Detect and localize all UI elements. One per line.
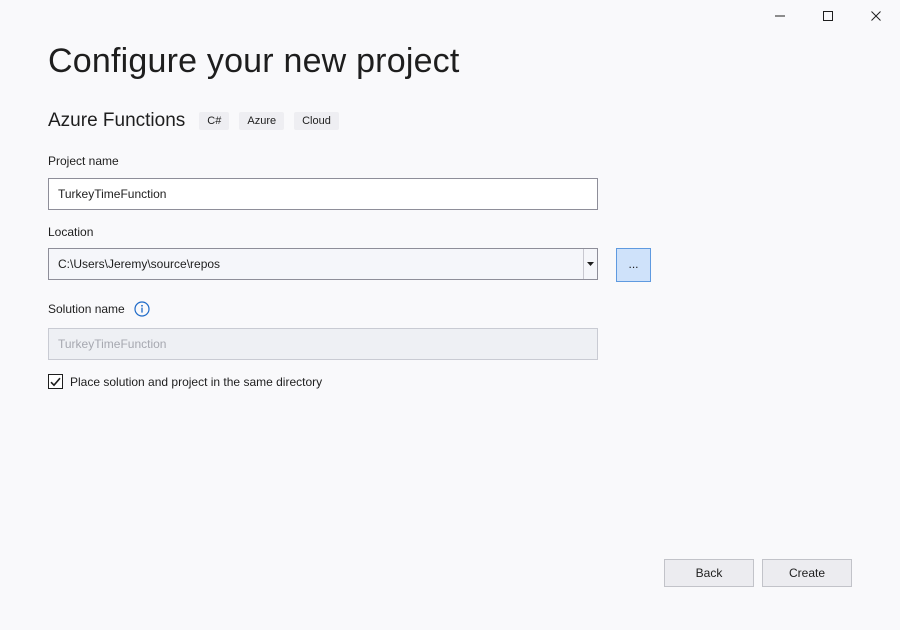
close-icon — [871, 11, 881, 21]
create-button[interactable]: Create — [762, 559, 852, 587]
location-value: C:\Users\Jeremy\source\repos — [58, 257, 221, 271]
back-button[interactable]: Back — [664, 559, 754, 587]
location-label: Location — [48, 225, 94, 239]
location-dropdown-button[interactable] — [583, 249, 597, 279]
maximize-button[interactable] — [804, 0, 852, 32]
window-controls — [756, 0, 900, 32]
maximize-icon — [823, 11, 833, 21]
browse-location-button[interactable]: ... — [616, 248, 651, 282]
tag-platform: Azure — [239, 112, 285, 130]
tag-project-type: Cloud — [294, 112, 339, 130]
minimize-button[interactable] — [756, 0, 804, 32]
project-name-label: Project name — [48, 154, 119, 168]
same-directory-checkbox[interactable] — [48, 374, 63, 389]
close-button[interactable] — [852, 0, 900, 32]
solution-name-label: Solution name — [48, 302, 125, 317]
dropdown-arrow-icon — [587, 262, 594, 266]
location-combobox[interactable]: C:\Users\Jeremy\source\repos — [48, 248, 598, 280]
project-name-input[interactable]: TurkeyTimeFunction — [48, 178, 598, 210]
minimize-icon — [775, 15, 785, 17]
template-header: Azure Functions C# Azure Cloud — [48, 110, 349, 132]
solution-name-label-row: Solution name — [48, 301, 150, 318]
same-directory-option[interactable]: Place solution and project in the same d… — [48, 374, 322, 389]
tag-language: C# — [199, 112, 230, 130]
checkmark-icon — [50, 377, 61, 386]
same-directory-label: Place solution and project in the same d… — [70, 374, 323, 389]
page-title: Configure your new project — [48, 42, 460, 80]
solution-name-input: TurkeyTimeFunction — [48, 328, 598, 360]
info-icon[interactable] — [134, 301, 150, 317]
template-name: Azure Functions — [48, 110, 186, 131]
configure-project-dialog: Configure your new project Azure Functio… — [0, 0, 900, 630]
